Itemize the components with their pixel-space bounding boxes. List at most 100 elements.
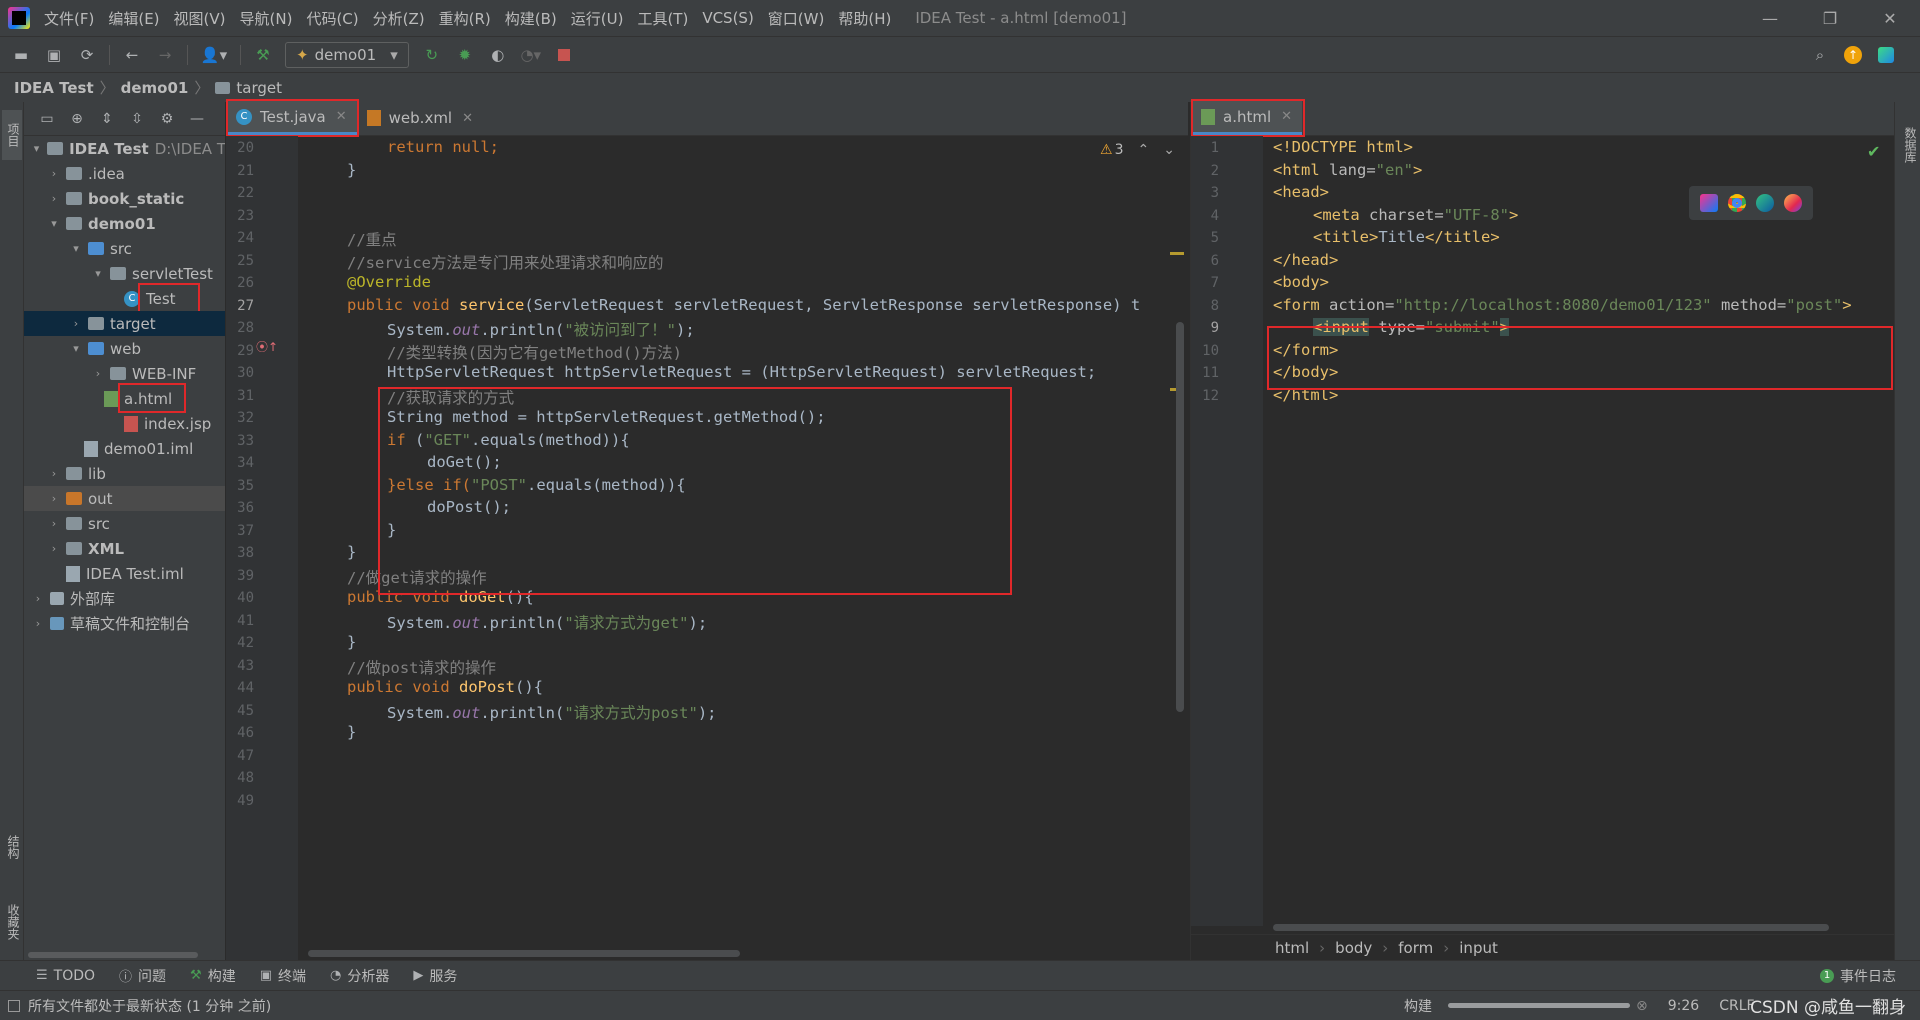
tree-item-src[interactable]: ▾ src bbox=[24, 236, 225, 261]
line-number: 25 bbox=[237, 252, 254, 269]
stop-icon[interactable] bbox=[553, 44, 575, 66]
expand-all-icon[interactable]: ⇕ bbox=[98, 110, 116, 128]
problems-tool-button[interactable]: ⓘ 问题 bbox=[119, 966, 166, 986]
tree-item-web[interactable]: ▾ web bbox=[24, 336, 225, 361]
menu-navigate[interactable]: 导航(N) bbox=[240, 8, 293, 29]
crumb-form[interactable]: form bbox=[1398, 939, 1433, 957]
line-number: 26 bbox=[237, 275, 254, 291]
tree-item-a-html[interactable]: a.html bbox=[24, 383, 225, 413]
tree-item-lib[interactable]: › lib bbox=[24, 461, 225, 486]
inspection-widget[interactable]: ⚠ 3 ⌃ ⌄ bbox=[1100, 142, 1175, 158]
horizontal-scrollbar[interactable] bbox=[308, 950, 740, 957]
html-editor[interactable]: a.html ✕ 1 2 3 4 5 6 7 8 9 10 11 12 ✔ <!DOCTYPE htm… bbox=[1190, 99, 1895, 960]
horizontal-scrollbar[interactable] bbox=[1273, 924, 1829, 931]
project-tool-button[interactable]: 项目 bbox=[2, 110, 22, 160]
caret-position[interactable]: 9:26 bbox=[1668, 998, 1699, 1014]
minimize-icon[interactable]: — bbox=[1740, 0, 1800, 36]
project-view-icon[interactable]: ▭ bbox=[38, 110, 56, 128]
sync-icon[interactable]: ⟳ bbox=[76, 44, 98, 66]
menu-view[interactable]: 视图(V) bbox=[174, 8, 226, 29]
menu-run[interactable]: 运行(U) bbox=[571, 8, 624, 29]
cancel-icon[interactable]: ⊗ bbox=[1636, 998, 1648, 1014]
tree-item-demo01[interactable]: ▾ demo01 bbox=[24, 211, 225, 236]
menu-code[interactable]: 代码(C) bbox=[306, 8, 358, 29]
build-hammer-icon[interactable]: ⚒ bbox=[252, 44, 274, 66]
tree-item-idea-test-iml[interactable]: IDEA Test.iml bbox=[24, 561, 225, 586]
open-folder-icon[interactable]: ▬ bbox=[10, 44, 32, 66]
build-tool-button[interactable]: ⚒ 构建 bbox=[190, 966, 236, 986]
update-icon[interactable]: ↑ bbox=[1842, 44, 1864, 66]
tree-item-index-jsp[interactable]: index.jsp bbox=[24, 411, 225, 436]
run-config-selector[interactable]: ✦ demo01 ▾ bbox=[285, 41, 409, 68]
crumb-html[interactable]: html bbox=[1275, 939, 1309, 957]
profile-icon[interactable]: ◔▾ bbox=[520, 44, 542, 66]
code-field: out bbox=[452, 703, 481, 722]
locate-icon[interactable]: ⊕ bbox=[68, 110, 86, 128]
tree-item-test-class[interactable]: C Test bbox=[24, 283, 225, 313]
gear-icon[interactable]: ⚙ bbox=[158, 110, 176, 128]
java-editor[interactable]: C Test.java ✕ web.xml ✕ 20 21 22 23 24 25 26 27… bbox=[226, 99, 1188, 960]
rerun-icon[interactable]: ↻ bbox=[421, 44, 443, 66]
search-icon[interactable]: ⌕ bbox=[1809, 44, 1831, 66]
line-number: 41 bbox=[237, 612, 254, 629]
todo-tool-button[interactable]: ☰ TODO bbox=[36, 968, 95, 984]
crumb-input[interactable]: input bbox=[1459, 939, 1498, 957]
menu-edit[interactable]: 编辑(E) bbox=[108, 8, 159, 29]
tree-item-xml[interactable]: › XML bbox=[24, 536, 225, 561]
tree-item-idea-test[interactable]: ▾ IDEA Test D:\IDEA T bbox=[24, 136, 225, 161]
breadcrumb-folder[interactable]: target bbox=[236, 79, 282, 97]
menu-refactor[interactable]: 重构(R) bbox=[439, 8, 491, 29]
coverage-icon[interactable]: ◐ bbox=[487, 44, 509, 66]
tree-item-target[interactable]: › target bbox=[24, 311, 225, 336]
tree-item-external-libs[interactable]: › 外部库 bbox=[24, 586, 225, 611]
breadcrumb-project[interactable]: IDEA Test bbox=[14, 79, 94, 97]
tab-web-xml[interactable]: web.xml ✕ bbox=[357, 101, 483, 135]
override-marker-icon[interactable]: ⦿↑ bbox=[256, 338, 278, 355]
menu-window[interactable]: 窗口(W) bbox=[768, 8, 825, 29]
chrome-icon[interactable] bbox=[1728, 194, 1746, 212]
toggle-tool-windows-icon[interactable] bbox=[8, 999, 20, 1012]
terminal-tool-button[interactable]: ▣ 终端 bbox=[260, 966, 306, 986]
tree-item-out[interactable]: › out bbox=[24, 486, 225, 511]
back-icon[interactable]: ← bbox=[121, 44, 143, 66]
tree-item-demo01-iml[interactable]: demo01.iml bbox=[24, 436, 225, 461]
menu-vcs[interactable]: VCS(S) bbox=[702, 9, 753, 27]
save-icon[interactable]: ▣ bbox=[43, 44, 65, 66]
tree-item-idea[interactable]: › .idea bbox=[24, 161, 225, 186]
menu-help[interactable]: 帮助(H) bbox=[838, 8, 891, 29]
vertical-scrollbar[interactable] bbox=[1176, 322, 1184, 712]
menu-analyze[interactable]: 分析(Z) bbox=[373, 8, 425, 29]
collapse-all-icon[interactable]: ⇳ bbox=[128, 110, 146, 128]
tree-item-src-root[interactable]: › src bbox=[24, 511, 225, 536]
error-stripe-mark[interactable] bbox=[1170, 252, 1184, 255]
chevron-up-icon[interactable]: ⌃ bbox=[1137, 142, 1149, 158]
close-icon[interactable]: ✕ bbox=[1860, 0, 1920, 36]
event-log-button[interactable]: 1 事件日志 bbox=[1820, 966, 1896, 986]
tree-item-scratches[interactable]: › 草稿文件和控制台 bbox=[24, 611, 225, 636]
horizontal-scrollbar[interactable] bbox=[28, 952, 198, 958]
close-tab-icon[interactable]: ✕ bbox=[462, 111, 473, 126]
menu-file[interactable]: 文件(F) bbox=[44, 8, 94, 29]
profiler-tool-button[interactable]: ◔ 分析器 bbox=[330, 966, 389, 986]
line-number: 32 bbox=[237, 410, 254, 426]
edge-icon[interactable] bbox=[1756, 194, 1774, 212]
menu-build[interactable]: 构建(B) bbox=[505, 8, 557, 29]
debug-icon[interactable]: ✹ bbox=[454, 44, 476, 66]
tree-label: WEB-INF bbox=[132, 364, 197, 383]
firefox-icon[interactable] bbox=[1784, 194, 1802, 212]
user-icon[interactable]: 👤▾ bbox=[199, 44, 229, 66]
restore-icon[interactable]: ❐ bbox=[1800, 0, 1860, 36]
intellij-browser-icon[interactable] bbox=[1700, 194, 1718, 212]
toolbox-icon[interactable] bbox=[1875, 44, 1897, 66]
breadcrumb-module[interactable]: demo01 bbox=[121, 79, 189, 97]
favorites-tool-button[interactable]: 收藏夹 bbox=[2, 892, 22, 952]
forward-icon[interactable]: → bbox=[154, 44, 176, 66]
menu-tools[interactable]: 工具(T) bbox=[637, 8, 688, 29]
services-tool-button[interactable]: ▶ 服务 bbox=[413, 966, 457, 986]
tree-item-book-static[interactable]: › book_static bbox=[24, 186, 225, 211]
chevron-down-icon[interactable]: ⌄ bbox=[1163, 142, 1175, 158]
database-tool-button[interactable]: 数据库 bbox=[1899, 110, 1919, 180]
hide-icon[interactable]: — bbox=[188, 110, 206, 128]
structure-tool-button[interactable]: 结构 bbox=[2, 822, 22, 872]
crumb-body[interactable]: body bbox=[1335, 939, 1372, 957]
